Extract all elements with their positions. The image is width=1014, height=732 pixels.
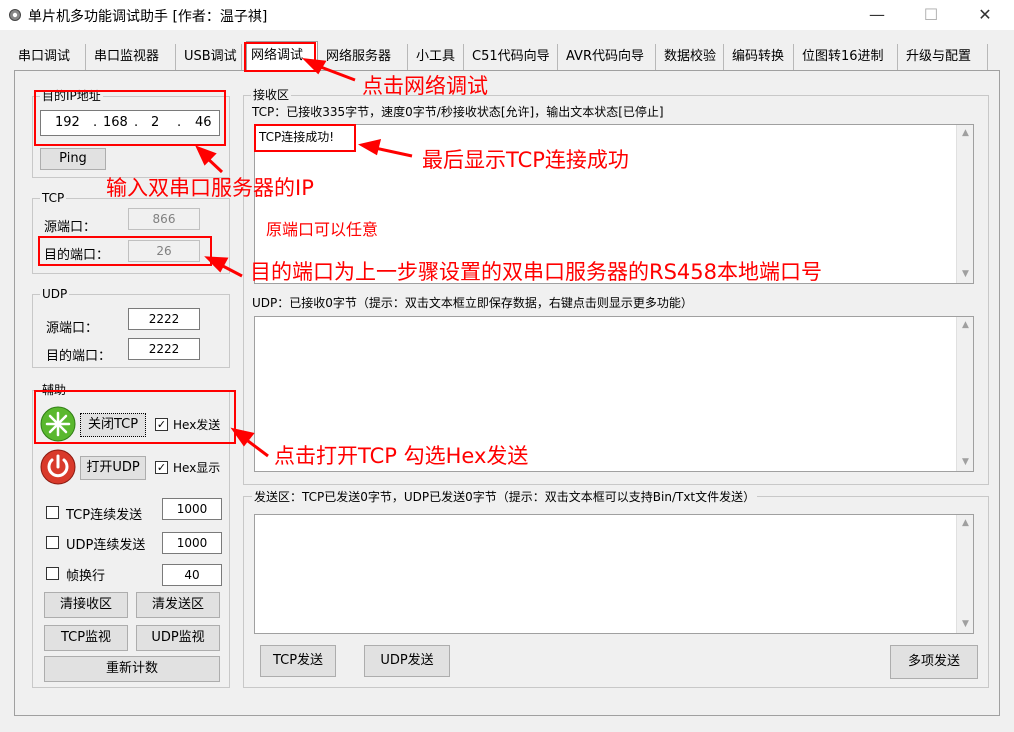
close-button[interactable]: ✕: [962, 0, 1008, 30]
udp-src-port-input[interactable]: 2222: [128, 308, 200, 330]
tab-bitmap-hex[interactable]: 位图转16进制: [798, 44, 898, 70]
tcp-src-port-input[interactable]: 866: [128, 208, 200, 230]
tcp-monitor-button[interactable]: TCP监视: [44, 625, 128, 651]
clear-send-button[interactable]: 清发送区: [136, 592, 220, 618]
tcp-group-label: TCP: [40, 191, 67, 205]
udp-loop-label: UDP连续发送: [66, 538, 146, 553]
window-title: 单片机多功能调试助手 [作者：温子祺]: [28, 9, 268, 25]
udp-loop-checkbox[interactable]: [46, 536, 59, 549]
tcp-loop-label: TCP连续发送: [66, 508, 143, 523]
scroll-down-arrow-icon[interactable]: ▼: [957, 266, 974, 283]
scroll-up-arrow-icon[interactable]: ▲: [957, 515, 974, 532]
send-scrollbar[interactable]: ▲ ▼: [956, 515, 973, 633]
highlight-ip-field: [34, 90, 226, 146]
maximize-button[interactable]: ☐: [908, 0, 954, 30]
multi-send-button[interactable]: 多项发送: [890, 645, 978, 679]
udp-monitor-button[interactable]: UDP监视: [136, 625, 220, 651]
tcp-send-button[interactable]: TCP发送: [260, 645, 336, 677]
udp-group-label: UDP: [40, 287, 70, 301]
tab-upgrade-config[interactable]: 升级与配置: [902, 44, 988, 70]
hex-show-label: Hex显示: [173, 461, 221, 475]
scroll-down-arrow-icon[interactable]: ▼: [957, 454, 974, 471]
annotation-dst-port: 目的端口为上一步骤设置的双串口服务器的RS458本地端口号: [250, 260, 823, 284]
annotation-open-tcp: 点击打开TCP 勾选Hex发送: [274, 444, 529, 468]
scroll-up-arrow-icon[interactable]: ▲: [957, 317, 974, 334]
tcp-src-port-label: 源端口：: [44, 220, 97, 235]
udp-src-port-label: 源端口：: [46, 321, 99, 336]
udp-dst-port-input[interactable]: 2222: [128, 338, 200, 360]
annotation-click-network: 点击网络调试: [362, 74, 488, 98]
frame-break-checkbox[interactable]: [46, 567, 59, 580]
tcp-loop-interval-input[interactable]: 1000: [162, 498, 222, 520]
send-textarea[interactable]: ▲ ▼: [254, 514, 974, 634]
frame-break-label: 帧换行: [66, 569, 106, 584]
tcp-receive-scrollbar[interactable]: ▲ ▼: [956, 125, 973, 283]
highlight-dst-port: [38, 236, 212, 266]
udp-receive-status: UDP：已接收0字节（提示：双击文本框立即保存数据，右键点击则显示更多功能）: [252, 294, 693, 311]
highlight-tcp-controls: [34, 390, 236, 444]
title-bar: 单片机多功能调试助手 [作者：温子祺] — ☐ ✕: [0, 0, 1014, 30]
tab-serial-debug[interactable]: 串口调试: [14, 44, 86, 70]
hex-show-checkbox[interactable]: ✓: [155, 461, 168, 474]
tab-network-server[interactable]: 网络服务器: [322, 44, 408, 70]
send-status: 发送区：TCP已发送0字节，UDP已发送0字节（提示：双击文本框可以支持Bin/…: [252, 488, 758, 505]
annotation-src-port-any: 原端口可以任意: [266, 220, 379, 239]
highlight-tcp-ok: [254, 124, 356, 152]
udp-send-button[interactable]: UDP发送: [364, 645, 450, 677]
receive-group-label: 接收区: [251, 86, 292, 103]
ping-button[interactable]: Ping: [40, 148, 106, 170]
clear-receive-button[interactable]: 清接收区: [44, 592, 128, 618]
tab-avr-wizard[interactable]: AVR代码向导: [562, 44, 656, 70]
open-udp-button[interactable]: 打开UDP: [80, 456, 146, 480]
recount-button[interactable]: 重新计数: [44, 656, 220, 682]
tab-small-tools[interactable]: 小工具: [412, 44, 464, 70]
tab-serial-monitor[interactable]: 串口监视器: [90, 44, 176, 70]
annotation-tcp-ok: 最后显示TCP连接成功: [422, 148, 629, 172]
tcp-loop-checkbox[interactable]: [46, 506, 59, 519]
tcp-receive-status: TCP：已接收335字节，速度0字节/秒接收状态[允许]，输出文本状态[已停止]: [252, 103, 664, 120]
app-gear-icon: [9, 9, 21, 21]
highlight-network-tab: [244, 42, 316, 72]
udp-receive-scrollbar[interactable]: ▲ ▼: [956, 317, 973, 471]
udp-power-icon: [40, 449, 76, 485]
udp-loop-interval-input[interactable]: 1000: [162, 532, 222, 554]
minimize-button[interactable]: —: [854, 0, 900, 30]
annotation-input-ip: 输入双串口服务器的IP: [106, 176, 314, 200]
frame-break-input[interactable]: 40: [162, 564, 222, 586]
tab-c51-wizard[interactable]: C51代码向导: [468, 44, 558, 70]
scroll-down-arrow-icon[interactable]: ▼: [957, 616, 974, 633]
tab-usb-debug[interactable]: USB调试: [180, 44, 242, 70]
udp-dst-port-label: 目的端口：: [46, 349, 112, 364]
tab-data-check[interactable]: 数据校验: [660, 44, 724, 70]
tab-encoding[interactable]: 编码转换: [728, 44, 794, 70]
scroll-up-arrow-icon[interactable]: ▲: [957, 125, 974, 142]
